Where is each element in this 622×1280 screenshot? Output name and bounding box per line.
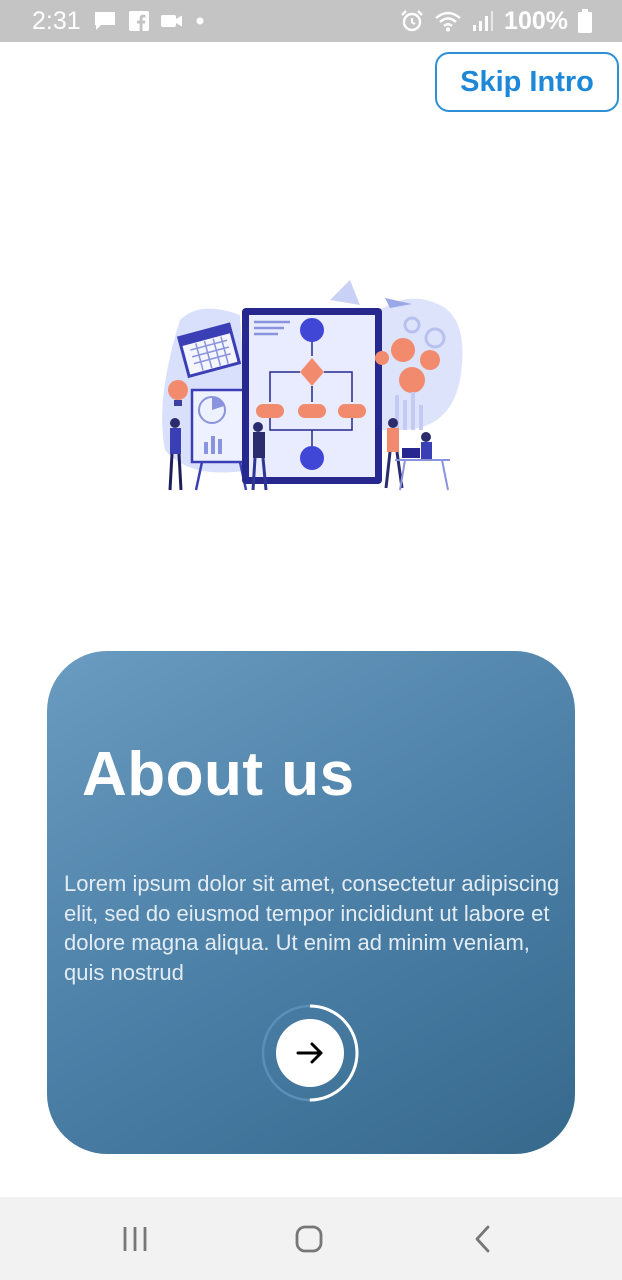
alarm-icon <box>401 10 423 32</box>
video-camera-icon <box>160 15 182 27</box>
recent-apps-button[interactable] <box>95 1197 175 1280</box>
status-left: 2:31 <box>32 0 205 42</box>
facebook-icon <box>128 11 149 31</box>
back-button[interactable] <box>443 1197 523 1280</box>
home-button[interactable] <box>269 1197 349 1280</box>
recent-apps-icon <box>123 1226 147 1251</box>
message-icon <box>94 12 115 30</box>
card-description: Lorem ipsum dolor sit amet, consectetur … <box>64 871 560 985</box>
skip-intro-button[interactable]: Skip Intro <box>435 52 619 112</box>
about-us-card: About us Lorem ipsum dolor sit amet, con… <box>47 651 575 1154</box>
arrow-right-icon <box>296 1042 323 1064</box>
navigation-bar <box>0 1197 622 1280</box>
flowchart-team-illustration <box>162 280 463 491</box>
next-button[interactable] <box>276 1019 344 1087</box>
battery-icon <box>578 9 592 33</box>
next-button-wrapper[interactable] <box>260 1003 360 1103</box>
signal-icon <box>473 11 494 31</box>
battery-percent: 100% <box>504 6 568 35</box>
back-icon <box>475 1225 490 1252</box>
wifi-icon <box>435 11 461 32</box>
dot-icon <box>196 17 204 25</box>
status-right: 100% <box>400 0 592 42</box>
card-title: About us <box>82 740 355 809</box>
home-icon <box>295 1225 323 1252</box>
clock: 2:31 <box>32 6 81 35</box>
status-bar: 2:31 100% <box>0 0 622 42</box>
